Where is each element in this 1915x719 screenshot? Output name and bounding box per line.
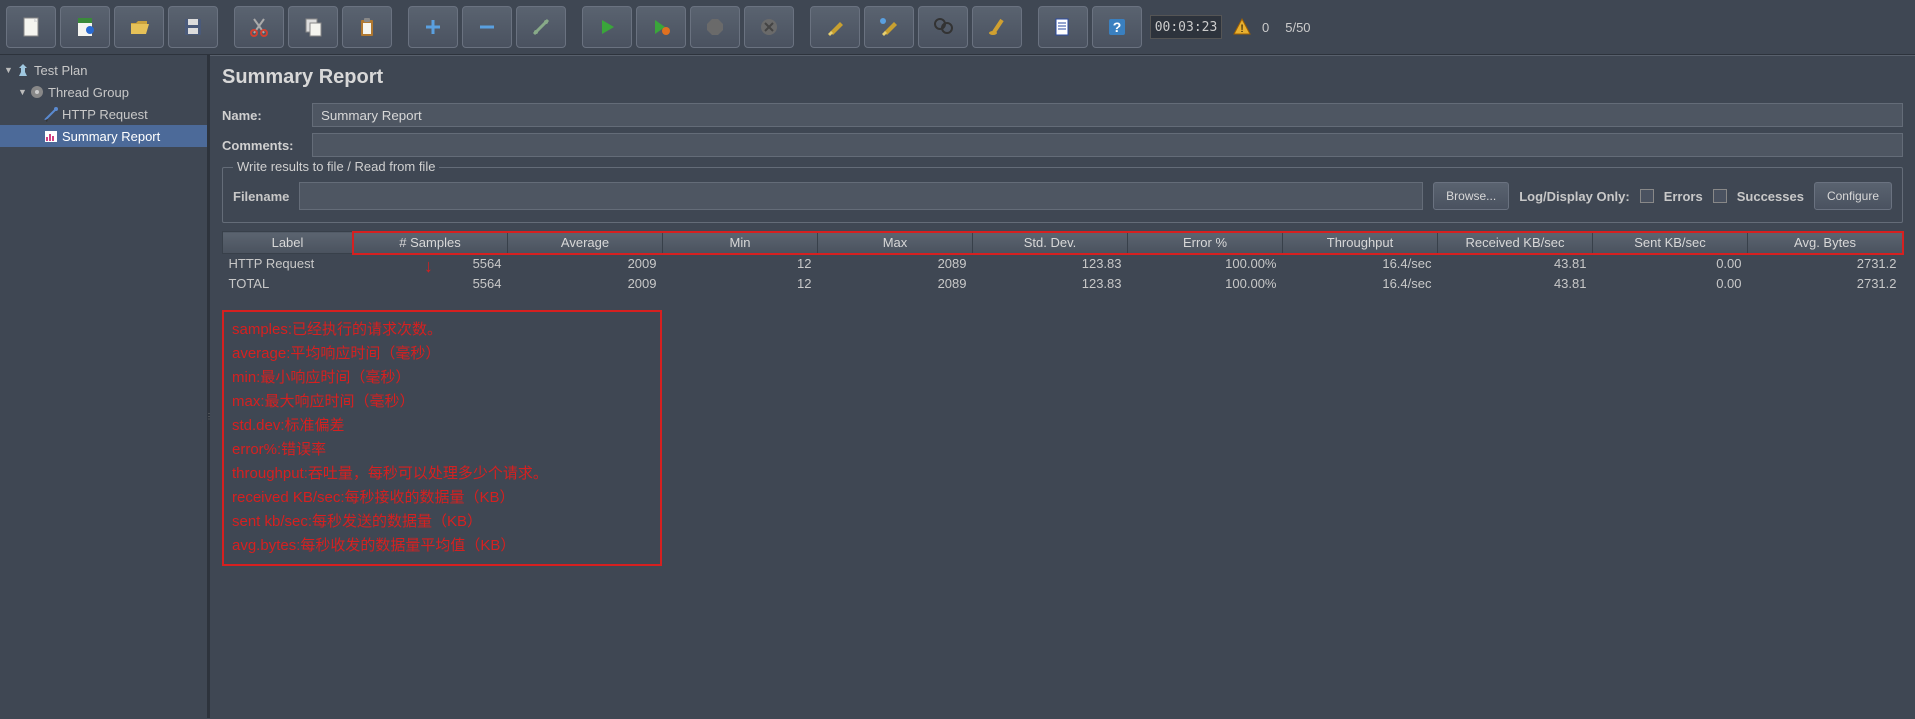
- panel-title: Summary Report: [222, 66, 1903, 89]
- col-header[interactable]: Error %: [1128, 232, 1283, 254]
- table-row: TOTAL55642009122089123.83100.00%16.4/sec…: [223, 274, 1903, 294]
- main-split: ▼ Test Plan ▼ Thread Group HTTP Request …: [0, 55, 1915, 718]
- results-table: Label# SamplesAverageMinMaxStd. Dev.Erro…: [222, 231, 1903, 294]
- col-header[interactable]: Sent KB/sec: [1593, 232, 1748, 254]
- tree-panel: ▼ Test Plan ▼ Thread Group HTTP Request …: [0, 55, 210, 718]
- toggle-button[interactable]: [516, 6, 566, 48]
- name-input[interactable]: [312, 103, 1903, 127]
- split-handle[interactable]: ⋮: [205, 387, 211, 447]
- comments-label: Comments:: [222, 138, 312, 153]
- fieldset-legend: Write results to file / Read from file: [233, 159, 439, 174]
- expand-button[interactable]: [408, 6, 458, 48]
- col-header[interactable]: Max: [818, 232, 973, 254]
- col-header[interactable]: Received KB/sec: [1438, 232, 1593, 254]
- col-header[interactable]: Min: [663, 232, 818, 254]
- new-file-button[interactable]: [6, 6, 56, 48]
- help-button[interactable]: ?: [1092, 6, 1142, 48]
- col-header[interactable]: Std. Dev.: [973, 232, 1128, 254]
- results-table-wrap: Label# SamplesAverageMinMaxStd. Dev.Erro…: [222, 231, 1903, 294]
- start-no-pause-button[interactable]: [636, 6, 686, 48]
- reset-search-button[interactable]: [972, 6, 1022, 48]
- successes-label: Successes: [1737, 189, 1804, 204]
- test-plan-icon: [14, 62, 32, 78]
- svg-text:?: ?: [1113, 19, 1122, 35]
- errors-label: Errors: [1664, 189, 1703, 204]
- errors-checkbox[interactable]: [1640, 189, 1654, 203]
- comments-input[interactable]: [312, 133, 1903, 157]
- clear-button[interactable]: [810, 6, 860, 48]
- save-button[interactable]: [168, 6, 218, 48]
- search-button[interactable]: [918, 6, 968, 48]
- shutdown-button[interactable]: [744, 6, 794, 48]
- annotation-box: samples:已经执行的请求次数。 average:平均响应时间（毫秒） mi…: [222, 310, 662, 566]
- cut-button[interactable]: [234, 6, 284, 48]
- clear-all-button[interactable]: [864, 6, 914, 48]
- table-row: HTTP Request55642009122089123.83100.00%1…: [223, 254, 1903, 274]
- paste-button[interactable]: [342, 6, 392, 48]
- report-icon: [42, 128, 60, 144]
- sampler-icon: [42, 106, 60, 122]
- function-helper-button[interactable]: [1038, 6, 1088, 48]
- content-panel: Summary Report Name: Comments: Write res…: [210, 55, 1915, 718]
- annotation-arrow-icon: ↓: [424, 256, 433, 277]
- successes-checkbox[interactable]: [1713, 189, 1727, 203]
- elapsed-time: 00:03:23: [1150, 15, 1222, 39]
- gear-icon: [28, 84, 46, 100]
- open-button[interactable]: [114, 6, 164, 48]
- col-header[interactable]: Avg. Bytes: [1748, 232, 1903, 254]
- configure-button[interactable]: Configure: [1814, 182, 1892, 210]
- svg-text:!: !: [1240, 23, 1243, 35]
- name-label: Name:: [222, 108, 312, 123]
- log-display-label: Log/Display Only:: [1519, 189, 1630, 204]
- tree-http-request[interactable]: HTTP Request: [0, 103, 207, 125]
- file-fieldset: Write results to file / Read from file F…: [222, 167, 1903, 223]
- tree-test-plan[interactable]: ▼ Test Plan: [0, 59, 207, 81]
- templates-button[interactable]: [60, 6, 110, 48]
- tree-summary-report[interactable]: Summary Report: [0, 125, 207, 147]
- warning-icon: !: [1232, 17, 1252, 37]
- start-button[interactable]: [582, 6, 632, 48]
- collapse-button[interactable]: [462, 6, 512, 48]
- warning-count: 0: [1256, 20, 1275, 35]
- col-header[interactable]: Throughput: [1283, 232, 1438, 254]
- tree-thread-group[interactable]: ▼ Thread Group: [0, 81, 207, 103]
- stop-button[interactable]: [690, 6, 740, 48]
- filename-input[interactable]: [299, 182, 1423, 210]
- toolbar: ? 00:03:23 ! 0 5/50: [0, 0, 1915, 55]
- col-header[interactable]: Label: [223, 232, 353, 254]
- col-header[interactable]: # Samples: [353, 232, 508, 254]
- browse-button[interactable]: Browse...: [1433, 182, 1509, 210]
- thread-count: 5/50: [1279, 20, 1316, 35]
- col-header[interactable]: Average: [508, 232, 663, 254]
- copy-button[interactable]: [288, 6, 338, 48]
- filename-label: Filename: [233, 189, 289, 204]
